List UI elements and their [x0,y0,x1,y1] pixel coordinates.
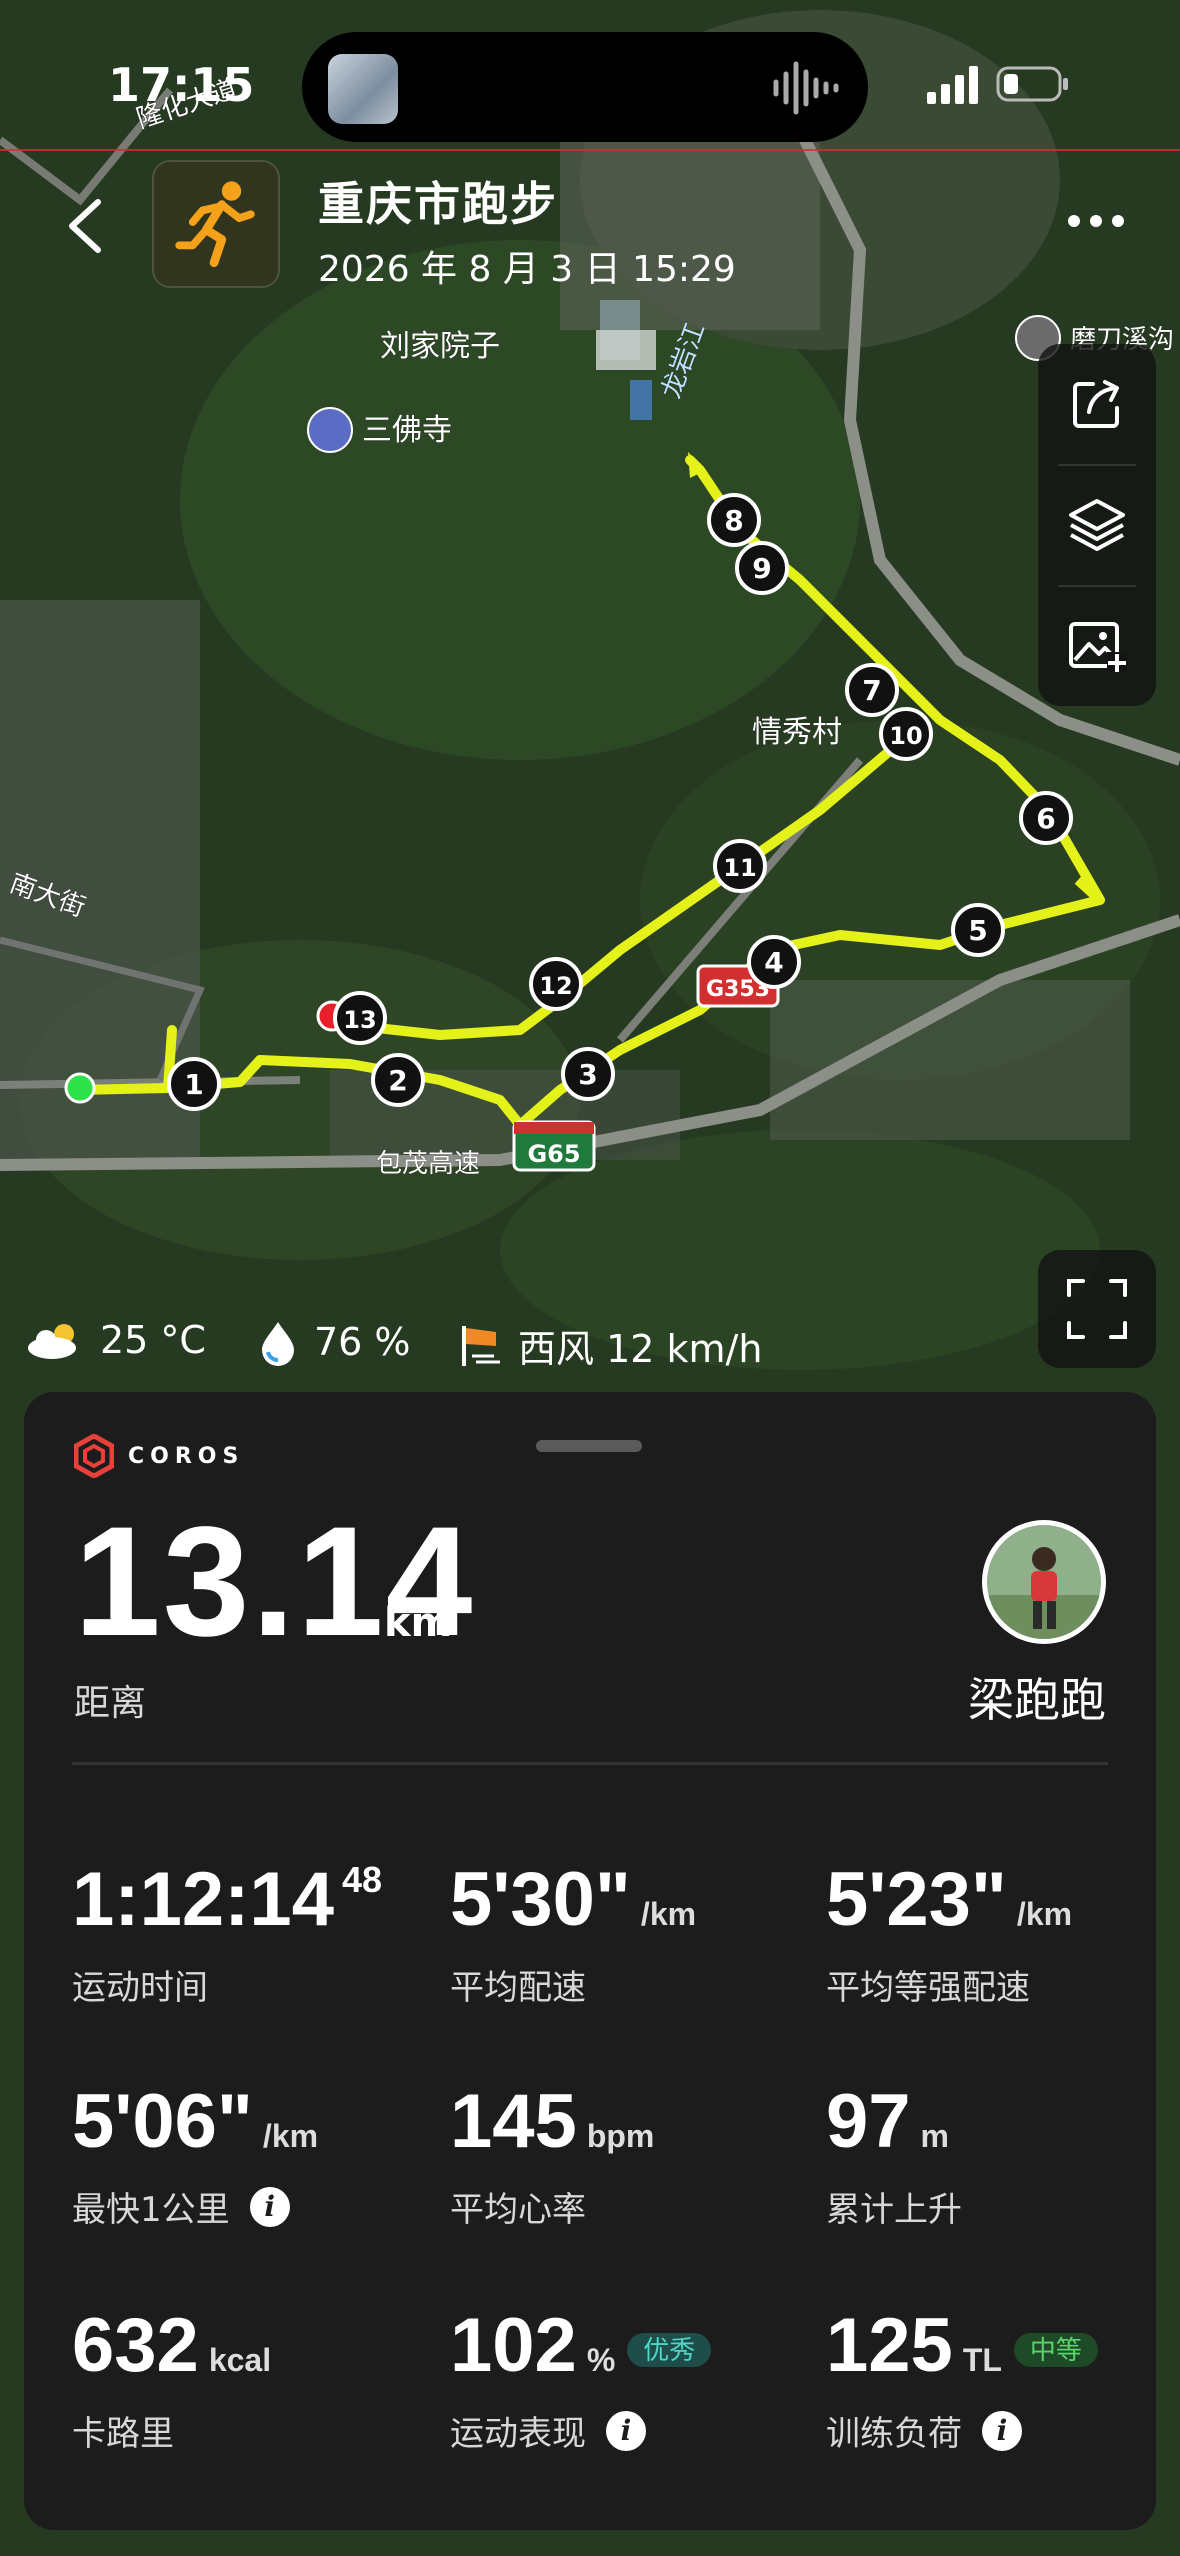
metric-avg-grade-pace: 5'23"/km 平均等强配速 [826,1857,1073,2009]
split-marker-label: 2 [388,1064,407,1097]
dynamic-island[interactable] [302,32,868,142]
weather-temperature: 25 °C [24,1318,206,1362]
battery-icon [996,66,1068,102]
fullscreen-icon [1067,1279,1127,1339]
metric-performance: 102% 优秀 运动表现 i [450,2308,712,2455]
split-marker-5[interactable]: 5 [951,903,1005,957]
training-load-badge: 中等 [1013,2333,1098,2367]
add-image-icon [1069,622,1127,672]
split-marker-label: 5 [968,914,987,947]
sport-type-icon [152,160,280,288]
metric-calories: 632 kcal 卡路里 [72,2303,272,2455]
map-toolbar [1038,344,1156,706]
cellular-signal-icon [927,66,978,104]
split-marker-6[interactable]: 6 [1019,791,1073,845]
layers-icon [1069,499,1125,551]
map-label-liujia: 刘家院子 [380,329,500,364]
avatar-photo [987,1525,1101,1639]
audio-wave-icon [773,61,839,115]
activity-datetime: 2026 年 8 月 3 日 15:29 [318,249,736,290]
media-thumbnail [328,54,398,124]
split-marker-label: 10 [889,722,922,750]
split-marker-label: 3 [578,1058,597,1091]
split-marker-9[interactable]: 9 [735,541,789,595]
user-name: 梁跑跑 [968,1673,1106,1727]
coros-logo-icon [74,1434,114,1478]
distance-label: 距离 [74,1683,147,1724]
humidity-drop-icon [262,1322,294,1366]
split-marker-1[interactable]: 1 [167,1057,221,1111]
more-options-button[interactable] [1066,206,1126,236]
split-marker-label: 7 [862,674,881,707]
user-avatar[interactable] [982,1520,1106,1644]
activity-summary-sheet: COROS 13.14 km 距离 梁跑跑 1:12:14 48 运动时间 5'3… [24,1392,1156,2530]
map-label-sanfosi: 三佛寺 [362,413,452,448]
metric-fastest-km: 5'06"/km 最快1公里 i [72,2079,319,2231]
metric-avg-pace: 5'30"/km 平均配速 [450,1857,697,2009]
split-marker-13[interactable]: 13 [333,991,387,1045]
running-icon [175,181,255,268]
split-marker-10[interactable]: 10 [879,707,933,761]
split-marker-label: 11 [723,854,756,882]
share-button[interactable] [1038,344,1156,464]
split-marker-8[interactable]: 8 [707,493,761,547]
info-icon[interactable]: i [249,2186,290,2227]
activity-title: 重庆市跑步 [318,177,558,231]
weather-wind: 西风 12 km/h [456,1318,762,1373]
split-marker-label: 1 [184,1068,203,1101]
performance-badge: 优秀 [627,2333,712,2367]
add-photo-button[interactable] [1038,586,1156,706]
distance-unit: km [384,1600,453,1646]
temple-poi-icon [307,407,353,453]
metric-training-load: 125 TL 中等 训练负荷 i [826,2308,1098,2455]
split-marker-label: 8 [724,504,743,537]
split-marker-4[interactable]: 4 [747,935,801,989]
back-button[interactable] [60,196,112,256]
split-marker-label: 6 [1036,802,1055,835]
map-label-baomao: 包茂高速 [376,1149,480,1179]
split-marker-label: 13 [343,1006,376,1034]
coros-logo: COROS [74,1434,244,1478]
fullscreen-button[interactable] [1038,1250,1156,1368]
split-marker-2[interactable]: 2 [371,1053,425,1107]
split-marker-3[interactable]: 3 [561,1047,615,1101]
map-layers-button[interactable] [1038,465,1156,585]
split-marker-label: 9 [752,552,771,585]
g65-shield: G65 [512,1120,596,1172]
drag-handle[interactable] [536,1440,642,1452]
metric-avg-heart-rate: 145 bpm 平均心率 [450,2079,655,2231]
split-marker-12[interactable]: 12 [529,957,583,1011]
share-icon [1073,380,1119,428]
svg-text:G65: G65 [527,1140,580,1168]
map-label-qingxiu: 情秀村 [752,715,842,750]
metric-ascent: 97 m 累计上升 [826,2079,962,2231]
info-icon[interactable]: i [982,2410,1022,2451]
cloudy-sun-icon [28,1324,76,1359]
weather-humidity: 76 % [256,1318,411,1366]
split-marker-label: 4 [764,946,783,979]
status-time: 17:15 [108,58,255,112]
info-icon[interactable]: i [606,2410,646,2451]
split-marker-label: 12 [539,972,572,1000]
split-marker-11[interactable]: 11 [713,839,767,893]
split-marker-7[interactable]: 7 [845,663,899,717]
wind-flag-icon [462,1325,500,1366]
divider [72,1762,1108,1765]
metric-duration: 1:12:14 48 运动时间 [72,1857,383,2009]
